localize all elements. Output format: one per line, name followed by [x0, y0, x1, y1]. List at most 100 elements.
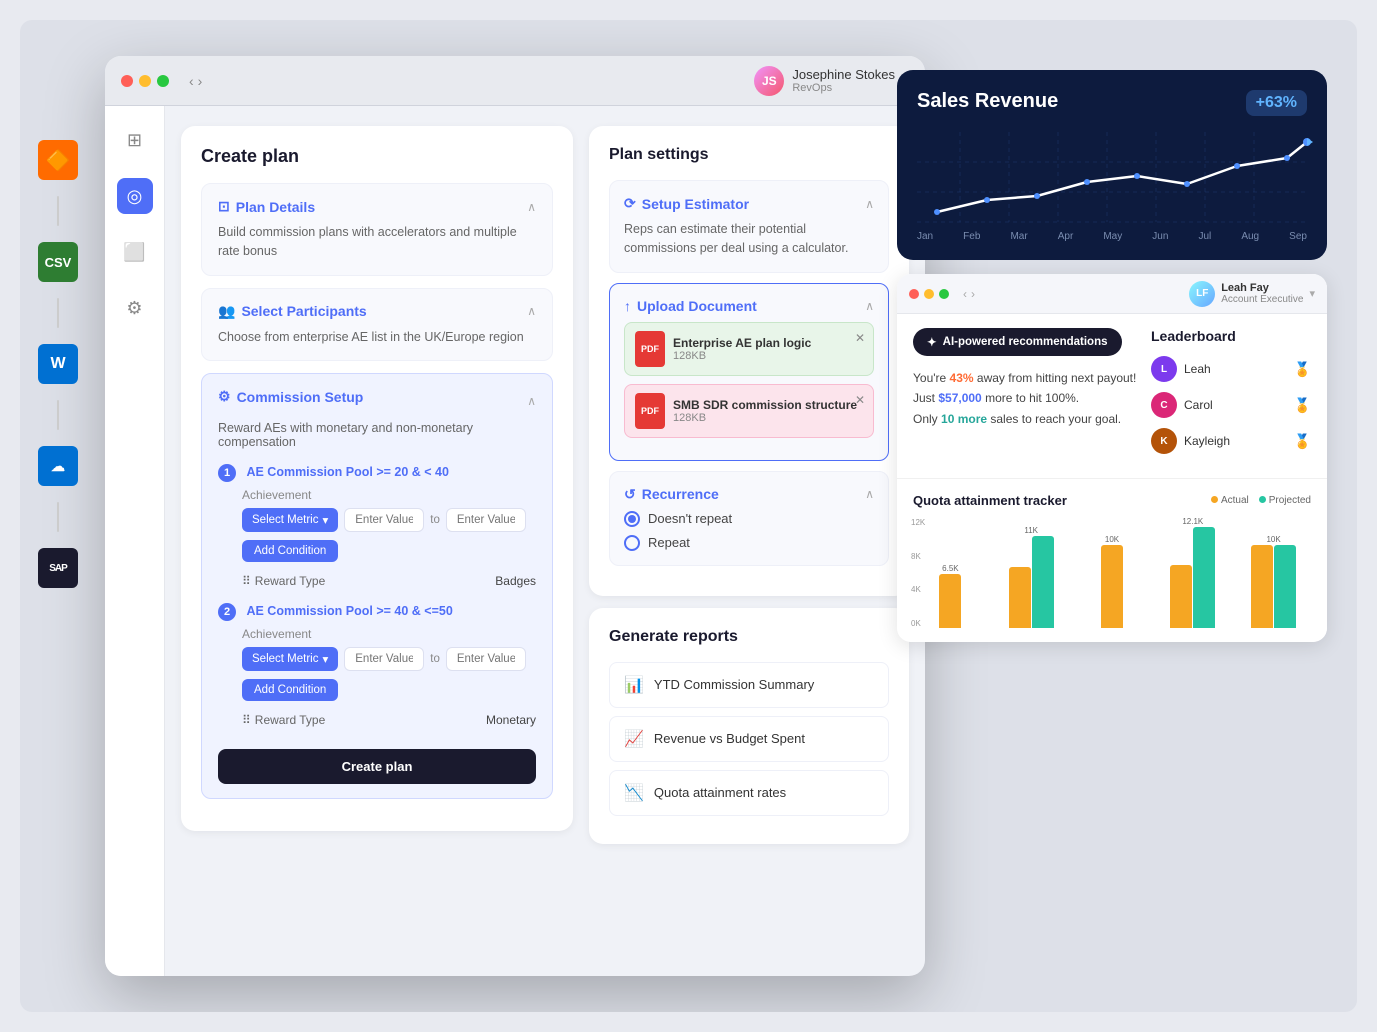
second-minimize[interactable] — [924, 289, 934, 299]
report-item-quota[interactable]: 📉 Quota attainment rates — [609, 770, 889, 816]
lb-trophy-leah: 🏅 — [1294, 361, 1311, 378]
maximize-button[interactable] — [157, 75, 169, 87]
sidebar-icon-grid[interactable]: ⊞ — [117, 122, 153, 158]
recurrence-icon: ↺ — [624, 486, 636, 503]
ai-section: ✦ AI-powered recommendations You're 43% … — [913, 328, 1137, 464]
forward-arrow[interactable]: › — [198, 73, 203, 89]
month-jan: Jan — [917, 231, 933, 242]
second-close[interactable] — [909, 289, 919, 299]
browser-user-info[interactable]: JS Josephine Stokes RevOps ▾ — [754, 66, 909, 96]
csv-icon[interactable]: CSV — [38, 242, 78, 282]
radio-repeat-circle — [624, 535, 640, 551]
revenue-chart — [917, 132, 1307, 222]
pool-2-add-condition-button[interactable]: Add Condition — [242, 679, 338, 701]
month-jul: Jul — [1198, 231, 1211, 242]
revenue-badge: +63% — [1246, 90, 1307, 116]
pool-2-reward-row: ⠿ Reward Type Monetary — [242, 713, 536, 727]
pool-1-metric-select[interactable]: Select Metric ▾ — [242, 508, 338, 532]
hubspot-icon[interactable]: 🔶 — [38, 140, 78, 180]
radio-doesnt-repeat[interactable]: Doesn't repeat — [624, 511, 874, 527]
pool-item-2: 2 AE Commission Pool >= 40 & <=50 Achiev… — [218, 602, 536, 727]
sidebar-icon-settings[interactable]: ⚙ — [117, 290, 153, 326]
select-chevron-icon: ▾ — [322, 513, 328, 527]
pool-1-value-input-2[interactable] — [446, 508, 526, 532]
estimator-chevron[interactable]: ∧ — [865, 197, 874, 211]
reward-2-icon: ⠿ — [242, 713, 251, 727]
pool-1-metric-row: Select Metric ▾ to — [242, 508, 536, 532]
ai-amount-highlight: $57,000 — [938, 391, 981, 405]
lb-trophy-carol: 🏅 — [1294, 397, 1311, 414]
pool-1-value-input-1[interactable] — [344, 508, 424, 532]
ai-stars-icon: ✦ — [927, 335, 937, 349]
estimator-header: ⟳ Setup Estimator ∧ — [624, 195, 874, 212]
plan-settings-panel: Plan settings ⟳ Setup Estimator ∧ Reps c… — [589, 126, 909, 956]
lb-avatar-kayleigh: K — [1151, 428, 1177, 454]
main-browser-window: ‹ › JS Josephine Stokes RevOps ▾ ⊞ ◎ ⬜ ⚙ — [105, 56, 925, 976]
month-mar: Mar — [1010, 231, 1027, 242]
recurrence-chevron[interactable]: ∧ — [865, 487, 874, 501]
month-may: May — [1103, 231, 1122, 242]
doc-1-remove-button[interactable]: ✕ — [855, 331, 865, 345]
setup-estimator-section: ⟳ Setup Estimator ∧ Reps can estimate th… — [609, 180, 889, 273]
back-arrow[interactable]: ‹ — [189, 73, 194, 89]
sap-icon[interactable]: SAP — [38, 548, 78, 588]
second-user-details: Leah Fay Account Executive — [1221, 282, 1303, 305]
bar-2-yellow — [1009, 567, 1031, 628]
commission-setup-section: ⚙ Commission Setup ∧ Reward AEs with mon… — [201, 373, 553, 799]
second-forward-arrow[interactable]: › — [971, 287, 975, 301]
revenue-title: Sales Revenue — [917, 90, 1058, 113]
pool-1-name: AE Commission Pool >= 20 & < 40 — [246, 465, 449, 479]
doc-2-remove-button[interactable]: ✕ — [855, 393, 865, 407]
create-plan-title: Create plan — [201, 146, 553, 167]
lb-name-carol: Carol — [1184, 398, 1287, 412]
salesforce-icon[interactable]: ☁ — [38, 446, 78, 486]
projected-dot — [1259, 496, 1266, 503]
legend-projected: Projected — [1259, 495, 1311, 506]
commission-chevron[interactable]: ∧ — [527, 394, 536, 408]
minimize-button[interactable] — [139, 75, 151, 87]
bar-1-container — [939, 574, 961, 628]
radio-repeat-label: Repeat — [648, 535, 690, 550]
pool-2-header: 2 AE Commission Pool >= 40 & <=50 — [218, 602, 536, 621]
doc-1-name: Enterprise AE plan logic — [673, 336, 811, 350]
second-maximize[interactable] — [939, 289, 949, 299]
second-back-arrow[interactable]: ‹ — [963, 287, 967, 301]
commission-setup-title: ⚙ Commission Setup — [218, 388, 363, 405]
pool-2-metric-select[interactable]: Select Metric ▾ — [242, 647, 338, 671]
separator-2 — [57, 298, 59, 328]
user-details: Josephine Stokes RevOps — [792, 67, 895, 94]
participants-chevron[interactable]: ∧ — [527, 304, 536, 318]
plan-details-chevron[interactable]: ∧ — [527, 200, 536, 214]
quota-icon: 📉 — [624, 783, 644, 803]
upload-title: ↑ Upload Document — [624, 298, 757, 314]
create-plan-button[interactable]: Create plan — [218, 749, 536, 784]
sidebar-icon-camera[interactable]: ⬜ — [117, 234, 153, 270]
pool-2-value-input-1[interactable] — [344, 647, 424, 671]
pool-1-add-condition-button[interactable]: Add Condition — [242, 540, 338, 562]
bar-4-yellow — [1170, 565, 1192, 628]
radio-repeat[interactable]: Repeat — [624, 535, 874, 551]
ai-recommendations-button[interactable]: ✦ AI-powered recommendations — [913, 328, 1122, 356]
doc-item-1: PDF Enterprise AE plan logic 128KB ✕ — [624, 322, 874, 376]
bar-4-val: 12.1K — [1182, 517, 1203, 526]
pool-2-number: 2 — [218, 603, 236, 621]
second-traffic-lights — [909, 289, 949, 299]
participants-icon: 👥 — [218, 303, 235, 320]
word-icon[interactable]: W — [38, 344, 78, 384]
close-button[interactable] — [121, 75, 133, 87]
report-item-revenue[interactable]: 📈 Revenue vs Budget Spent — [609, 716, 889, 762]
leaderboard-title: Leaderboard — [1151, 328, 1311, 344]
bar-1-val: 6.5K — [942, 564, 958, 573]
leaderboard-section: Leaderboard L Leah 🏅 C Carol 🏅 K Kayleig… — [1151, 328, 1311, 464]
pool-2-value-input-2[interactable] — [446, 647, 526, 671]
month-apr: Apr — [1058, 231, 1074, 242]
report-item-ytd[interactable]: 📊 YTD Commission Summary — [609, 662, 889, 708]
sidebar-icon-target[interactable]: ◎ — [117, 178, 153, 214]
plan-settings-title: Plan settings — [609, 146, 889, 164]
lb-trophy-kayleigh: 🏅 — [1294, 433, 1311, 450]
bar-3-container — [1101, 545, 1123, 628]
ytd-icon: 📊 — [624, 675, 644, 695]
generate-reports-card: Generate reports 📊 YTD Commission Summar… — [589, 608, 909, 844]
upload-chevron[interactable]: ∧ — [865, 299, 874, 313]
select-participants-title: 👥 Select Participants — [218, 303, 367, 320]
